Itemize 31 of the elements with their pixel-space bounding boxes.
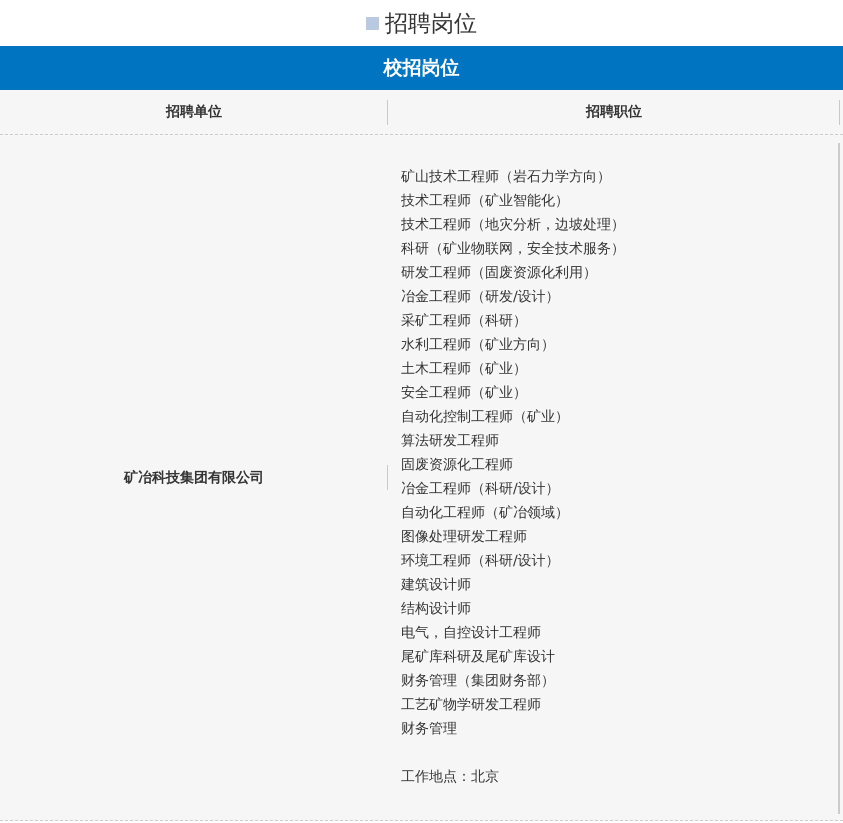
- position-item: 结构设计师: [401, 600, 471, 619]
- position-item: 电气，自控设计工程师: [401, 624, 541, 643]
- square-icon: [366, 16, 379, 30]
- table-title: 校招岗位: [384, 56, 460, 81]
- position-item: 研发工程师（固废资源化利用）: [401, 264, 597, 283]
- position-item: 自动化控制工程师（矿业）: [401, 408, 569, 427]
- position-item: 工艺矿物学研发工程师: [401, 696, 541, 715]
- position-item: 图像处理研发工程师: [401, 528, 527, 547]
- position-item: 技术工程师（地灾分析，边坡处理）: [401, 216, 625, 235]
- position-item: 固废资源化工程师: [401, 456, 513, 475]
- position-item: 土木工程师（矿业）: [401, 360, 527, 379]
- position-item: 技术工程师（矿业智能化）: [401, 192, 569, 211]
- position-item: 安全工程师（矿业）: [401, 384, 527, 403]
- position-item: 建筑设计师: [401, 576, 471, 595]
- position-item: 尾矿库科研及尾矿库设计: [401, 648, 555, 667]
- position-item: 自动化工程师（矿冶领域）: [401, 504, 569, 523]
- position-item: 科研（矿业物联网，安全技术服务）: [401, 240, 625, 259]
- position-item: 采矿工程师（科研）: [401, 312, 527, 331]
- work-location: 工作地点：北京: [401, 768, 499, 787]
- position-item: 算法研发工程师: [401, 432, 499, 451]
- page-title: 招聘岗位: [385, 10, 477, 38]
- position-item: 冶金工程师（研发/设计）: [401, 288, 560, 307]
- position-item: 水利工程师（矿业方向）: [401, 336, 555, 355]
- column-header: 招聘职位: [586, 103, 642, 121]
- position-item: 财务管理: [401, 720, 457, 739]
- position-item: 冶金工程师（科研/设计）: [401, 480, 560, 499]
- position-item: 财务管理（集团财务部）: [401, 672, 555, 691]
- position-item: 环境工程师（科研/设计）: [401, 552, 560, 571]
- column-header: 招聘单位: [166, 103, 222, 121]
- table-cell: 矿冶科技集团有限公司: [124, 468, 264, 486]
- position-item: 矿山技术工程师（岩石力学方向）: [401, 168, 611, 187]
